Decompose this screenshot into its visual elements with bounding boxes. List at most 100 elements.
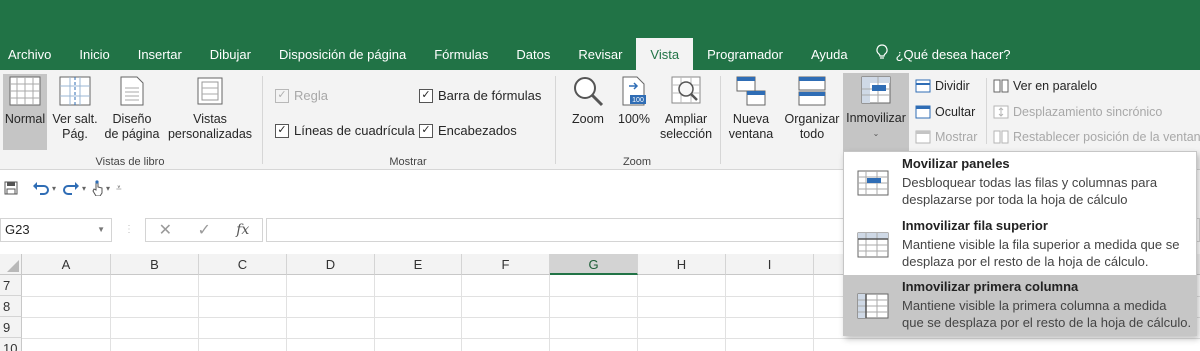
tab-insertar[interactable]: Insertar (124, 38, 196, 70)
page-break-label-1: Ver salt. (52, 112, 98, 126)
column-header-d[interactable]: D (287, 254, 375, 275)
new-window-button[interactable]: Nueva ventana (729, 74, 773, 142)
insert-function-icon[interactable]: fx (236, 222, 249, 238)
custom-views-button[interactable]: Vistas personalizadas (165, 74, 255, 142)
split-label: Dividir (935, 79, 970, 93)
zoom-100-button[interactable]: 100 100% (614, 74, 654, 127)
check-icon: ✓ (275, 123, 289, 138)
redo-button[interactable]: ▾ (62, 181, 86, 195)
tab-revisar[interactable]: Revisar (564, 38, 636, 70)
grid-line (461, 275, 462, 351)
custom-views-label-2: personalizadas (167, 127, 253, 141)
freeze-first-column-icon (844, 275, 902, 336)
tab-ayuda[interactable]: Ayuda (797, 38, 862, 70)
tab-formulas[interactable]: Fórmulas (420, 38, 502, 70)
tab-programador[interactable]: Programador (693, 38, 797, 70)
grid-line (813, 275, 814, 351)
tell-me-box[interactable]: ¿Qué desea hacer? (862, 38, 1025, 70)
page-layout-view-button[interactable]: Diseño de página (101, 74, 163, 142)
page-break-icon (58, 74, 92, 108)
enter-check-icon[interactable]: ✓ (197, 220, 210, 240)
formula-bar-checkbox[interactable]: ✓ Barra de fórmulas (419, 88, 541, 103)
menu-item-title: Inmovilizar fila superior (902, 218, 1048, 233)
chevron-down-icon: ▼ (97, 225, 105, 234)
menu-item-desc: Mantiene visible la fila superior a medi… (902, 237, 1180, 252)
tab-inicio[interactable]: Inicio (65, 38, 123, 70)
sync-scroll-label: Desplazamiento sincrónico (1013, 105, 1163, 119)
column-header-a[interactable]: A (22, 254, 111, 275)
hide-button[interactable]: Ocultar (915, 105, 975, 119)
reset-position-button[interactable]: Restablecer posición de la ventana (993, 130, 1200, 144)
row-header-10[interactable]: 10 (0, 338, 22, 351)
select-all-button[interactable] (0, 254, 22, 275)
lightbulb-icon (876, 44, 888, 64)
page-layout-label-2: de página (104, 127, 160, 141)
group-label-mostrar: Mostrar (389, 156, 427, 168)
row-header-9[interactable]: 9 (0, 317, 22, 338)
sync-scroll-button[interactable]: Desplazamiento sincrónico (993, 105, 1162, 119)
tab-disposicion[interactable]: Disposición de página (265, 38, 420, 70)
freeze-panes-label: Inmovilizar (846, 111, 906, 125)
touch-mode-button[interactable]: ▾ (92, 180, 110, 196)
menu-item-freeze-top-row[interactable]: Inmovilizar fila superior Mantiene visib… (844, 214, 1196, 275)
hide-label: Ocultar (935, 105, 976, 119)
group-mostrar: ✓ Regla ✓ Barra de fórmulas ✓ Líneas de … (263, 70, 553, 170)
menu-item-unfreeze-panes[interactable]: Movilizar paneles Desbloquear todas las … (844, 152, 1196, 213)
column-header-g[interactable]: G (550, 254, 638, 275)
tab-datos[interactable]: Datos (502, 38, 564, 70)
zoom-selection-button[interactable]: Ampliar selección (656, 74, 716, 142)
column-header-f[interactable]: F (462, 254, 550, 275)
page-break-label-2: Pág. (62, 127, 88, 141)
freeze-panes-icon (859, 73, 893, 107)
formula-bar-grip-icon[interactable]: ⋮ (124, 224, 134, 235)
arrange-all-label-2: todo (799, 127, 825, 141)
tab-dibujar[interactable]: Dibujar (196, 38, 265, 70)
group-label-zoom: Zoom (622, 156, 652, 168)
tab-vista[interactable]: Vista (636, 38, 694, 70)
group-vistas-libro: Normal Ver salt. Pág. Diseño de página V… (0, 70, 260, 170)
zoom-button[interactable]: Zoom (566, 74, 610, 127)
split-button[interactable]: Dividir (915, 79, 970, 93)
new-window-label-1: Nueva (732, 112, 770, 126)
name-box[interactable]: G23 ▼ (0, 218, 112, 242)
column-header-i[interactable]: I (726, 254, 814, 275)
select-all-triangle-icon (7, 260, 19, 272)
row-header-7[interactable]: 7 (0, 275, 22, 296)
customize-qat-icon[interactable]: ⩡ (116, 183, 122, 194)
reset-position-icon (993, 130, 1009, 144)
hide-window-icon (915, 105, 931, 119)
menu-item-desc: desplazarse por toda la hoja de cálculo (902, 192, 1128, 207)
row-header-8[interactable]: 8 (0, 296, 22, 317)
column-header-h[interactable]: H (638, 254, 726, 275)
undo-button[interactable]: ▾ (32, 181, 56, 195)
gridlines-checkbox[interactable]: ✓ Líneas de cuadrícula (275, 123, 415, 138)
side-by-side-button[interactable]: Ver en paralelo (993, 79, 1097, 93)
chevron-down-icon: ▾ (82, 183, 87, 193)
arrange-all-icon (795, 74, 829, 108)
unfreeze-panes-icon (844, 152, 902, 213)
normal-view-button[interactable]: Normal (3, 74, 47, 150)
chevron-down-icon: ▾ (106, 183, 111, 193)
save-icon[interactable] (4, 181, 18, 195)
column-header-b[interactable]: B (111, 254, 199, 275)
tab-archivo[interactable]: Archivo (0, 38, 65, 70)
headings-checkbox[interactable]: ✓ Encabezados (419, 123, 517, 138)
unhide-label: Mostrar (935, 130, 978, 144)
ruler-checkbox[interactable]: ✓ Regla (275, 88, 328, 103)
cancel-icon[interactable]: ✕ (159, 220, 172, 240)
column-header-c[interactable]: C (199, 254, 287, 275)
arrange-all-button[interactable]: Organizar todo (781, 74, 843, 142)
ribbon-tabs: Archivo Inicio Insertar Dibujar Disposic… (0, 38, 1025, 70)
zoom-100-label: 100% (618, 112, 650, 126)
freeze-panes-button[interactable]: Inmovilizar ⌄ (843, 73, 909, 151)
zoom-100-icon: 100 (617, 74, 651, 108)
undo-icon (33, 182, 49, 195)
menu-item-freeze-first-column[interactable]: Inmovilizar primera columna Mantiene vis… (844, 275, 1196, 336)
column-header-e[interactable]: E (375, 254, 462, 275)
title-bar: Archivo Inicio Insertar Dibujar Disposic… (0, 0, 1200, 70)
name-box-value: G23 (5, 222, 30, 237)
unhide-button[interactable]: Mostrar (915, 130, 977, 144)
ruler-label: Regla (294, 88, 328, 103)
page-break-view-button[interactable]: Ver salt. Pág. (50, 74, 100, 142)
zoom-label: Zoom (572, 112, 604, 126)
